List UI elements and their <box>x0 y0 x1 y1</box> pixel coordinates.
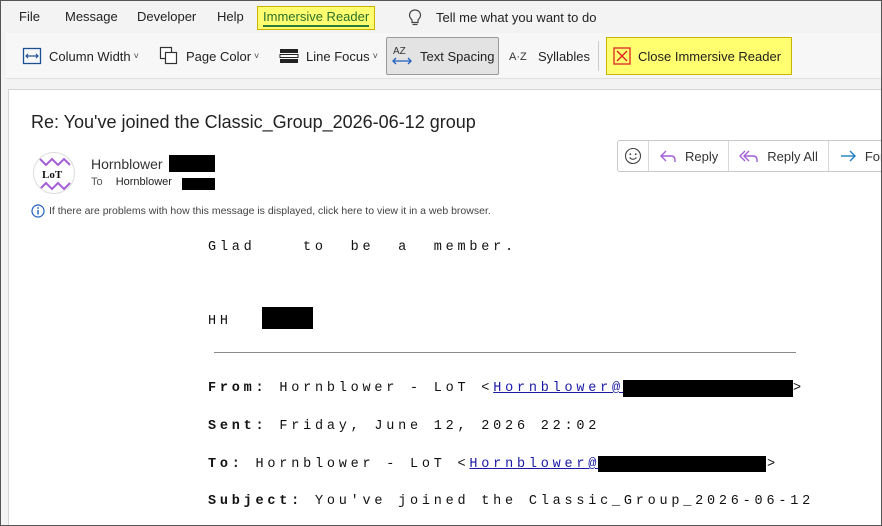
chevron-down-icon: ˅ <box>254 51 260 61</box>
redaction-box <box>598 456 766 472</box>
sent-label: Sent: <box>208 419 268 434</box>
column-width-label: Column Width <box>49 48 131 64</box>
menu-help[interactable]: Help <box>215 6 246 30</box>
recipient-line: To Hornblower <box>91 176 172 188</box>
text-spacing-icon: AZ <box>392 46 412 65</box>
reply-all-label: Reply All <box>767 148 818 164</box>
close-icon <box>613 47 631 65</box>
syllables-button[interactable]: A·Z Syllables <box>505 37 594 75</box>
menu-developer[interactable]: Developer <box>135 6 198 30</box>
svg-text:AZ: AZ <box>393 46 406 57</box>
active-tab-underline <box>263 25 370 27</box>
subject-value: You've joined the Classic_Group_2026-06-… <box>314 494 814 509</box>
column-width-button[interactable]: Column Width ˅ <box>18 37 143 75</box>
menu-message[interactable]: Message <box>63 6 120 30</box>
sent-value: Friday, June 12, 2026 22:02 <box>279 419 601 434</box>
page-color-label: Page Color <box>186 48 252 64</box>
lot-logo-icon: LoT <box>39 157 71 191</box>
quoted-sent-line: Sent: Friday, June 12, 2026 22:02 <box>208 419 600 434</box>
reply-label: Reply <box>685 148 719 164</box>
menu-bar: File Message Developer Help Immersive Re… <box>1 1 881 33</box>
emoji-reaction-button[interactable] <box>618 141 649 171</box>
menu-file[interactable]: File <box>17 6 42 30</box>
column-width-icon <box>22 47 42 65</box>
line-focus-icon <box>279 49 299 63</box>
chevron-down-icon: ˅ <box>372 51 378 61</box>
redaction-box <box>182 178 215 190</box>
to-label: To: <box>208 457 244 472</box>
ribbon: Column Width ˅ Page Color ˅ Line Focus ˅… <box>6 33 881 79</box>
to-email-link[interactable]: Hornblower@ <box>469 457 600 472</box>
redaction-box <box>169 155 215 172</box>
tell-me-text: Tell me what you want to do <box>436 10 597 25</box>
close-immersive-reader-button[interactable]: Close Immersive Reader <box>606 37 793 75</box>
syllables-icon: A·Z <box>509 51 527 63</box>
info-icon <box>31 204 45 218</box>
menu-immersive-reader[interactable]: Immersive Reader <box>257 6 376 30</box>
chevron-down-icon: ˅ <box>133 51 139 61</box>
message-divider <box>214 352 796 353</box>
page-color-button[interactable]: Page Color ˅ <box>155 37 263 75</box>
reply-all-icon <box>739 150 758 162</box>
page-color-icon <box>159 46 178 65</box>
smiley-icon <box>624 147 642 165</box>
from-label: From: <box>208 381 268 396</box>
message-actions: Reply Reply All Forw <box>617 140 881 172</box>
info-bar[interactable]: If there are problems with how this mess… <box>31 204 491 218</box>
quoted-subject-line: Subject: You've joined the Classic_Group… <box>208 494 814 509</box>
sender-name[interactable]: Hornblower <box>91 156 163 172</box>
reading-pane: Re: You've joined the Classic_Group_2026… <box>8 89 881 525</box>
avatar[interactable]: LoT <box>33 152 75 194</box>
quoted-from-line: From: Hornblower - LoT <Hornblower@ <box>208 381 624 396</box>
forward-label: Forw <box>864 148 881 164</box>
tell-me-search[interactable]: Tell me what you want to do <box>406 6 598 30</box>
menu-immersive-reader-label: Immersive Reader <box>263 9 370 24</box>
recipient-name[interactable]: Hornblower <box>116 176 172 188</box>
quoted-to-line: To: Hornblower - LoT <Hornblower@ <box>208 457 600 472</box>
outlook-window: File Message Developer Help Immersive Re… <box>0 0 882 526</box>
to-email-close: > <box>767 457 776 472</box>
svg-text:A·Z: A·Z <box>509 51 527 63</box>
lightbulb-icon <box>408 9 422 26</box>
to-label: To <box>91 176 103 188</box>
redaction-box <box>262 307 313 329</box>
from-email-link[interactable]: Hornblower@ <box>493 381 624 396</box>
forward-icon <box>840 150 856 162</box>
reply-icon <box>660 150 676 162</box>
redaction-box <box>623 380 793 397</box>
from-value: Hornblower - LoT < <box>279 381 494 396</box>
syllables-label: Syllables <box>538 48 591 64</box>
forward-button[interactable]: Forw <box>829 141 881 171</box>
from-email-close: > <box>793 381 802 396</box>
avatar-text: LoT <box>42 169 63 181</box>
info-text: If there are problems with how this mess… <box>49 205 491 217</box>
close-immersive-reader-label: Close Immersive Reader <box>638 48 782 64</box>
ribbon-divider <box>598 41 599 71</box>
line-focus-label: Line Focus <box>306 48 370 64</box>
body-text: Glad to be a member. <box>208 240 517 255</box>
message-subject: Re: You've joined the Classic_Group_2026… <box>31 112 476 132</box>
text-spacing-label: Text Spacing <box>420 48 495 64</box>
to-value: Hornblower - LoT < <box>255 457 470 472</box>
reply-button[interactable]: Reply <box>649 141 730 171</box>
line-focus-button[interactable]: Line Focus ˅ <box>275 37 382 75</box>
subject-label: Subject: <box>208 494 304 509</box>
text-spacing-button[interactable]: AZ Text Spacing <box>386 37 500 75</box>
signature-initials: HH <box>208 314 232 329</box>
reply-all-button[interactable]: Reply All <box>729 141 829 171</box>
